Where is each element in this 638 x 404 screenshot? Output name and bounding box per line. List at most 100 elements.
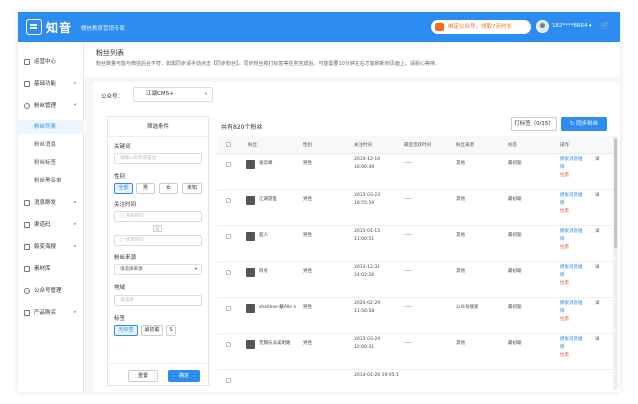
fan-name[interactable]: shellbox-戴Alle n — [259, 304, 299, 312]
fan-name[interactable]: 超人 — [259, 232, 299, 240]
cart-icon[interactable]: 🛒 — [600, 21, 610, 30]
grid-icon — [24, 81, 30, 87]
sidebar-item-label: 渠道码 — [34, 222, 51, 228]
sync-fans-button[interactable]: ↻ 同步粉丝 — [561, 117, 607, 131]
template-message-link[interactable]: 模板消息推 — [560, 264, 583, 272]
start-date-input[interactable]: □ 开始时间 — [114, 211, 202, 222]
logo-text: 知音 — [46, 21, 73, 35]
avatar[interactable] — [536, 20, 549, 33]
end-date-input[interactable]: □ 结束时间 — [114, 235, 202, 246]
region-select[interactable]: 请选择 — [114, 295, 202, 306]
chevron-right-icon: ▸ — [74, 222, 77, 227]
table-row[interactable]: 江湖游医 男性 2015-03-23 18:55:59 ----- 其他 最初聪 模板消息推… — [217, 190, 613, 226]
sidebar-item-fans[interactable]: 粉丝管理 ▾ — [18, 100, 84, 112]
keyword-input[interactable]: 请输入昵称或备注 — [114, 153, 202, 164]
row-checkbox[interactable] — [226, 234, 231, 239]
template-message-link-wrap[interactable]: 情 — [560, 344, 565, 352]
detail-link[interactable]: 详 — [595, 264, 600, 272]
scrollbar-thumb[interactable] — [614, 138, 617, 248]
table-row[interactable]: 张云峰 男性 2014-12-10 16:06:49 ----- 其他 最初聪 模板消息推情… — [217, 154, 613, 190]
table-row[interactable]: 超人 男性 2015-01-15 11:00:51 ----- 其他 最初聪 模板消息推情拉… — [217, 226, 613, 262]
sidebar-item-label: 粉丝管理 — [34, 103, 57, 109]
promo-button[interactable]: 绑定公众号，领取7天时长 — [431, 20, 531, 34]
template-message-link-wrap[interactable]: 情 — [560, 308, 565, 316]
confirm-button[interactable]: 确定 — [168, 370, 200, 382]
region-placeholder: 请选择 — [120, 298, 134, 303]
account-select[interactable]: 江湖CMS+ ▾ — [133, 87, 213, 102]
template-message-link-wrap[interactable]: 情 — [560, 272, 565, 280]
sidebar-item-account-mgmt[interactable]: 公众号管理 — [18, 285, 84, 297]
fan-gender: 男性 — [303, 269, 312, 274]
template-message-link[interactable]: 模板消息推 — [560, 156, 583, 164]
tag-option-1[interactable]: 最初聪 — [141, 325, 163, 336]
template-message-link[interactable]: 模板消息推 — [560, 192, 583, 200]
table-row[interactable]: shellbox-戴Alle n 男性 2020-02-29 11:56:58 ---… — [217, 298, 613, 334]
add-tag-button[interactable]: 打标签（0/15） — [511, 117, 557, 131]
column-header-last-active: 最后活跃时间 — [404, 143, 431, 148]
message-icon — [24, 200, 30, 206]
sidebar-sub-fan-list[interactable]: 粉丝列表 — [34, 121, 56, 133]
table-row[interactable]: 2014-01-26 19:05:1 — [217, 370, 613, 390]
sidebar-sub-fan-messages[interactable]: 粉丝消息 — [34, 139, 56, 151]
tag-option-none[interactable]: 无标签 — [114, 325, 138, 336]
sidebar-item-channel-code[interactable]: 渠道码 ▸ — [18, 219, 84, 231]
detail-link[interactable]: 详 — [595, 156, 600, 164]
fan-last-active: ----- — [404, 305, 413, 310]
block-link[interactable]: 拉黑 — [560, 316, 569, 324]
sidebar-sub-fan-blacklist[interactable]: 粉丝黑名单 — [34, 175, 62, 187]
fan-name[interactable]: 江湖游医 — [259, 196, 299, 204]
sidebar-item-poster[interactable]: 裂变海报 ▸ — [18, 241, 84, 253]
select-all-checkbox[interactable] — [226, 142, 231, 147]
row-checkbox[interactable] — [226, 378, 231, 383]
template-message-link-wrap[interactable]: 情 — [560, 200, 565, 208]
template-message-link-wrap[interactable]: 情 — [560, 236, 565, 244]
gender-option-male[interactable]: 男 — [136, 183, 155, 194]
source-value: 请选择来源 — [120, 267, 143, 272]
detail-link[interactable]: 详 — [595, 228, 600, 236]
template-message-link[interactable]: 模板消息推 — [560, 336, 583, 344]
sidebar-item-broadcast[interactable]: 消息群发 ▸ — [18, 197, 84, 209]
fan-name[interactable]: 无锡乐派美明路 — [259, 340, 299, 348]
detail-link[interactable]: 详 — [595, 300, 600, 308]
chevron-right-icon: ▸ — [74, 244, 77, 249]
row-checkbox[interactable] — [226, 270, 231, 275]
gender-option-all[interactable]: 全部 — [114, 183, 133, 194]
row-checkbox[interactable] — [226, 162, 231, 167]
page-title: 粉丝列表 — [96, 49, 124, 57]
source-select[interactable]: 请选择来源 ▾ — [114, 264, 202, 275]
gender-option-unknown[interactable]: 未知 — [182, 183, 202, 194]
gender-option-female[interactable]: 女 — [159, 183, 178, 194]
sidebar-item-purchase[interactable]: 产品购买 ▸ — [18, 307, 84, 319]
template-message-link[interactable]: 模板消息推 — [560, 228, 583, 236]
block-link[interactable]: 拉黑 — [560, 280, 569, 288]
tag-option-2[interactable]: S — [166, 325, 176, 336]
sidebar-item-operations[interactable]: 运营中心 — [18, 56, 84, 68]
chevron-down-icon[interactable]: ▾ — [589, 23, 592, 29]
chevron-right-icon: ▸ — [74, 81, 77, 86]
fan-name[interactable]: 阿冬 — [259, 268, 299, 276]
table-row[interactable]: 阿冬 男性 2013-12-31 14:02:26 ----- 其他 最初聪 模板消息推情拉… — [217, 262, 613, 298]
row-checkbox[interactable] — [226, 198, 231, 203]
username[interactable]: 182****8664 — [552, 23, 588, 29]
detail-link[interactable]: 详 — [595, 336, 600, 344]
fan-name[interactable]: 张云峰 — [259, 160, 299, 168]
block-link[interactable]: 拉黑 — [560, 208, 569, 216]
detail-link[interactable]: 详 — [595, 192, 600, 200]
reset-button[interactable]: 重置 — [128, 370, 158, 382]
block-link[interactable]: 拉黑 — [560, 352, 569, 360]
row-checkbox[interactable] — [226, 342, 231, 347]
filter-footer: 重置 确定 — [108, 363, 208, 386]
sidebar-sub-fan-tags[interactable]: 粉丝标签 — [34, 157, 56, 169]
row-checkbox[interactable] — [226, 306, 231, 311]
template-message-link-wrap[interactable]: 情 — [560, 164, 565, 172]
sidebar-item-materials[interactable]: 素材库 — [18, 263, 84, 275]
fan-follow-time: 2020-02-29 11:56:58 — [354, 301, 381, 314]
block-link[interactable]: 拉黑 — [560, 244, 569, 252]
fan-last-active: ----- — [404, 233, 413, 238]
block-link[interactable]: 拉黑 — [560, 172, 569, 180]
fan-gender: 男性 — [303, 341, 312, 346]
sidebar-item-basic[interactable]: 基础功能 ▸ — [18, 78, 84, 90]
column-header-source: 粉丝来源 — [456, 143, 474, 148]
table-row[interactable]: 无锡乐派美明路 男性 2015-03-24 12:06:31 ----- 其他 最初聪 模板… — [217, 334, 613, 370]
template-message-link[interactable]: 模板消息推 — [560, 300, 583, 308]
